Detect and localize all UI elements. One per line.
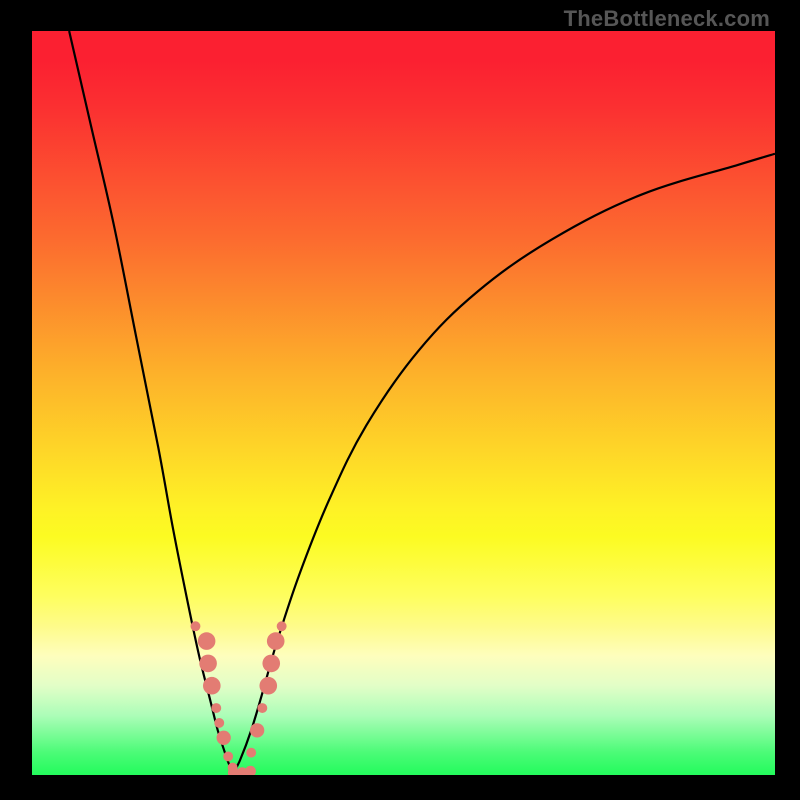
data-marker bbox=[191, 621, 201, 631]
data-marker bbox=[277, 621, 287, 631]
watermark-text: TheBottleneck.com bbox=[564, 6, 770, 32]
data-marker bbox=[199, 655, 217, 673]
data-marker bbox=[250, 723, 264, 737]
data-marker bbox=[245, 766, 256, 775]
data-marker bbox=[257, 703, 267, 713]
data-marker bbox=[223, 751, 233, 761]
data-markers bbox=[191, 621, 287, 775]
data-marker bbox=[203, 677, 221, 695]
plot-area bbox=[32, 31, 775, 775]
data-marker bbox=[214, 718, 224, 728]
curve-right bbox=[233, 154, 775, 773]
data-marker bbox=[246, 748, 256, 758]
data-marker bbox=[198, 632, 216, 650]
data-marker bbox=[211, 703, 221, 713]
data-marker bbox=[267, 632, 285, 650]
outer-frame: TheBottleneck.com bbox=[0, 0, 800, 800]
chart-svg bbox=[32, 31, 775, 775]
data-marker bbox=[217, 731, 231, 745]
data-marker bbox=[262, 655, 280, 673]
data-marker bbox=[259, 677, 277, 695]
